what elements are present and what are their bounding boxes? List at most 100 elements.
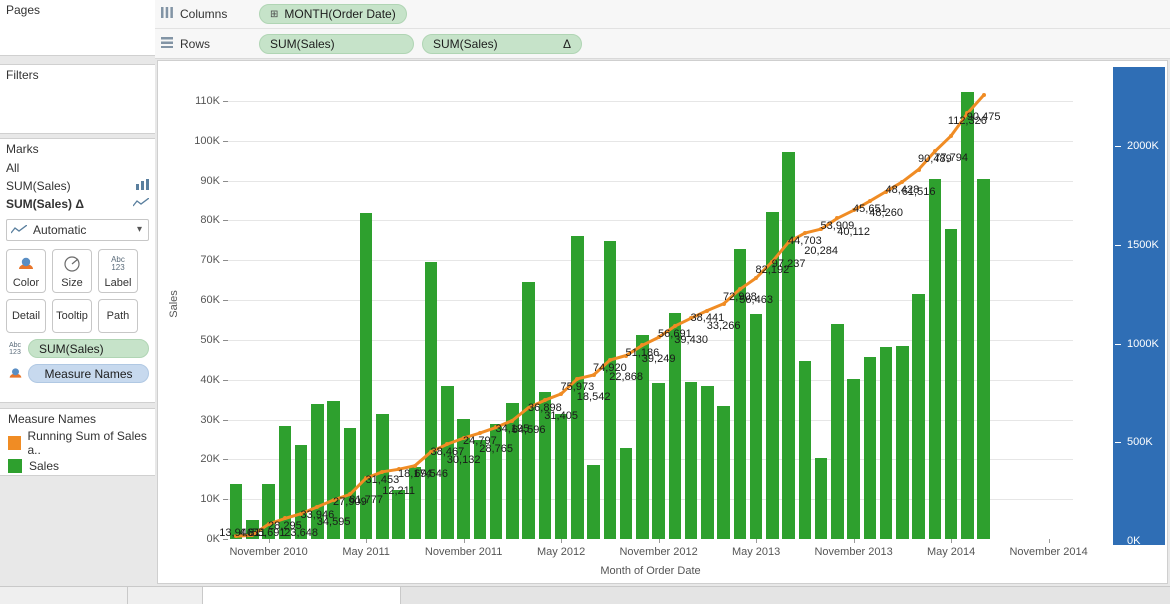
label-icon: Abc 123 xyxy=(111,254,125,272)
y-axis-tick-label: 60K xyxy=(200,294,220,307)
expand-icon[interactable]: ⊞ xyxy=(270,9,278,20)
marks-row-sum-sales-bar[interactable]: SUM(Sales) xyxy=(0,177,155,195)
y-axis-tick-label: 110K xyxy=(195,94,220,107)
y-axis-left[interactable]: 0K 10K 20K 30K 40K 50K 60K 70K 80K 90K 100K 110K Sa… xyxy=(158,69,228,545)
columns-label-text: Columns xyxy=(180,7,228,21)
marks-row-all[interactable]: All xyxy=(0,159,155,177)
left-sidebar: Pages Filters Marks All SUM(Sales) SUM(S… xyxy=(0,0,155,586)
x-axis-title: Month of Order Date xyxy=(600,565,701,577)
x-axis-tick-mark xyxy=(1048,539,1050,543)
running-sum-polyline xyxy=(236,94,985,538)
detail-button[interactable]: Detail xyxy=(6,299,46,333)
line-mark-icon-small xyxy=(11,225,27,235)
x-axis-tick-mark xyxy=(268,539,270,543)
filters-card-title: Filters xyxy=(0,65,155,86)
pill-month-order-date-label: MONTH(Order Date) xyxy=(284,7,396,21)
tooltip-button[interactable]: Tooltip xyxy=(52,299,92,333)
x-axis[interactable]: November 2010 May 2011 November 2011 May 20… xyxy=(228,539,1088,585)
measure-names-legend: Measure Names Running Sum of Sales a.. S… xyxy=(0,408,155,476)
mark-type-dropdown[interactable]: Automatic ▾ xyxy=(6,219,149,241)
data-label: 39,430 xyxy=(674,334,708,347)
marks-all-label: All xyxy=(6,161,20,175)
y-axis-right-tick-mark xyxy=(1115,146,1121,148)
x-axis-tick-label: November 2010 xyxy=(229,546,308,558)
legend-item-sales[interactable]: Sales xyxy=(0,458,155,474)
tooltip-button-label: Tooltip xyxy=(56,310,88,322)
label-button-label: Label xyxy=(104,277,132,289)
data-label: 39,249 xyxy=(641,353,676,366)
path-button[interactable]: Path xyxy=(98,299,138,333)
label-button[interactable]: Abc 123 Label xyxy=(98,249,138,293)
rows-label-text: Rows xyxy=(180,36,211,51)
y-axis-title: Sales xyxy=(167,290,180,318)
x-axis-tick-mark xyxy=(853,539,855,543)
chart-pane: 0K 10K 20K 30K 40K 50K 60K 70K 80K 90K 100K 110K Sa… xyxy=(157,60,1168,584)
plot-area: 13,946 4,811 55,691 28,295 23,648 33,946 34,59… xyxy=(219,69,1073,539)
data-label: 31,405 xyxy=(544,409,578,422)
data-label: 97,237 xyxy=(771,258,806,271)
legend-label-running-sum: Running Sum of Sales a.. xyxy=(27,429,147,457)
line-point[interactable] xyxy=(916,167,921,172)
marks-buttons-row-2: Detail Tooltip Path xyxy=(0,293,155,333)
mark-type-value: Automatic xyxy=(33,223,87,237)
y-axis-tick-label: 30K xyxy=(200,413,220,426)
tableau-worksheet: Pages Filters Marks All SUM(Sales) SUM(S… xyxy=(0,0,1170,604)
legend-label-sales: Sales xyxy=(29,459,60,473)
data-label: 28,765 xyxy=(479,443,513,456)
x-axis-tick-label: May 2012 xyxy=(536,546,586,558)
color-button-label: Color xyxy=(12,277,40,289)
legend-swatch-green xyxy=(8,459,22,473)
y-axis-right-tick-mark xyxy=(1115,244,1121,246)
rows-shelf[interactable]: Rows SUM(Sales) SUM(Sales) Δ xyxy=(155,29,1170,59)
status-cell-3 xyxy=(203,587,401,604)
line-point[interactable] xyxy=(949,133,954,138)
delta-icon: Δ xyxy=(75,197,84,211)
marks-pill-row-sum-sales: Abc 123 SUM(Sales) xyxy=(0,333,155,358)
running-sum-line xyxy=(236,94,985,538)
color-button[interactable]: Color xyxy=(6,249,46,293)
data-label: 64,596 xyxy=(511,423,546,436)
x-axis-tick-mark xyxy=(561,539,563,543)
data-label: 61,516 xyxy=(901,185,936,198)
data-label: 69,546 xyxy=(414,467,448,480)
marks-row-label-text: SUM(Sales) xyxy=(6,197,73,211)
chevron-down-icon[interactable]: ▾ xyxy=(137,224,142,235)
y-axis-right-tick-mark xyxy=(1115,343,1121,345)
columns-shelf[interactable]: Columns ⊞ MONTH(Order Date) xyxy=(155,0,1170,29)
columns-icon xyxy=(161,7,173,21)
data-label: 30,132 xyxy=(446,454,481,467)
y-axis-tick-label: 40K xyxy=(200,373,220,386)
y-axis-right-title: Running Sum of Sales xyxy=(1100,251,1113,361)
y-axis-tick-label: 100K xyxy=(194,134,220,147)
pill-sum-sales-2-label: SUM(Sales) xyxy=(433,36,498,51)
legend-item-running-sum[interactable]: Running Sum of Sales a.. xyxy=(0,428,155,458)
size-icon xyxy=(63,250,81,277)
size-button-label: Size xyxy=(61,277,83,289)
line-point[interactable] xyxy=(981,93,986,98)
rows-shelf-label: Rows xyxy=(161,36,259,51)
rows-icon xyxy=(161,36,173,51)
pill-month-order-date[interactable]: ⊞ MONTH(Order Date) xyxy=(259,4,407,24)
shelf-area: Columns ⊞ MONTH(Order Date) Rows SUM(Sal… xyxy=(155,0,1170,59)
color-icon-small xyxy=(6,365,24,383)
x-axis-tick-mark xyxy=(658,539,660,543)
data-label: 77,794 xyxy=(934,151,968,164)
marks-row-sum-sales-line[interactable]: SUM(Sales) Δ xyxy=(0,195,155,213)
x-axis-tick-mark xyxy=(463,539,465,543)
data-label: 48,260 xyxy=(869,207,903,220)
marks-card-title: Marks xyxy=(6,142,39,156)
y-axis-tick-label: 20K xyxy=(200,453,220,466)
x-axis-tick-label: November 2011 xyxy=(424,546,503,558)
y-axis-right-highlighted[interactable]: 0K 500K 1000K 1500K 2000K Running Sum of Sal… xyxy=(1100,67,1165,547)
marks-pill-measure-names[interactable]: Measure Names xyxy=(28,364,149,383)
data-label: 23,648 xyxy=(284,527,318,539)
marks-buttons-row-1: Color Size Abc 123 Label xyxy=(0,245,155,293)
data-label: 33,266 xyxy=(706,319,741,332)
pill-sum-sales-1[interactable]: SUM(Sales) xyxy=(259,33,414,54)
data-label: 40,112 xyxy=(837,226,871,239)
size-button[interactable]: Size xyxy=(52,249,92,293)
status-bar xyxy=(0,586,1170,604)
pill-sum-sales-2[interactable]: SUM(Sales) Δ xyxy=(422,33,582,54)
x-axis-tick-mark xyxy=(951,539,953,543)
marks-pill-sum-sales[interactable]: SUM(Sales) xyxy=(28,339,149,358)
